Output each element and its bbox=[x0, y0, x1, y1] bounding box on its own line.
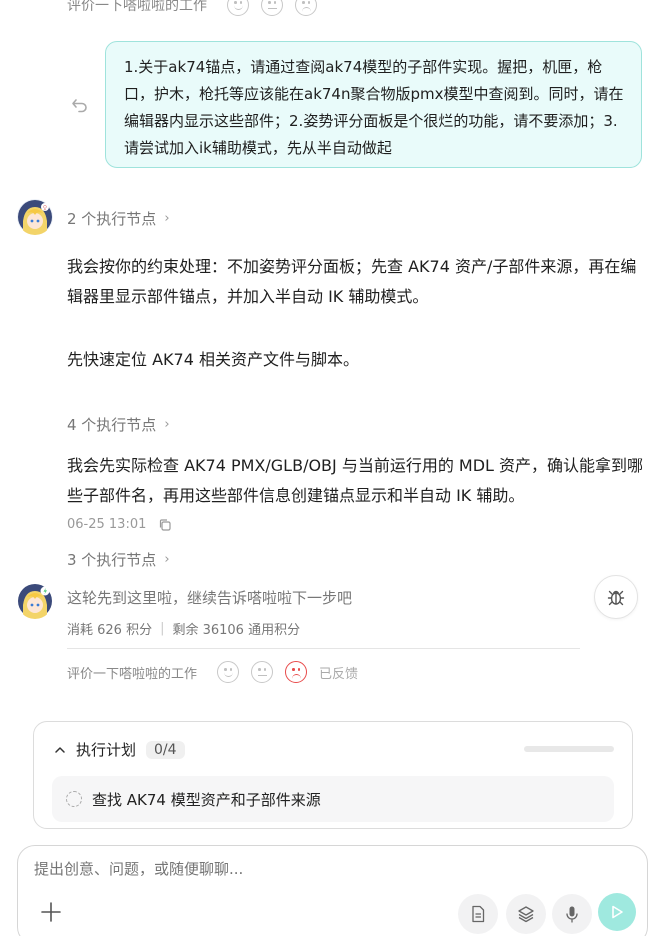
usage-meta: 消耗 626 积分 | 剩余 36106 通用积分 bbox=[67, 619, 300, 638]
send-icon bbox=[609, 904, 625, 920]
message-input[interactable] bbox=[34, 860, 534, 878]
bug-icon bbox=[606, 587, 626, 607]
rating-row: 评价一下嗒啦啦的工作 已反馈 bbox=[67, 661, 358, 683]
plan-count: 0/4 bbox=[146, 740, 185, 759]
assistant-paragraph-1: 我会按你的约束处理：不加姿势评分面板；先查 AK74 资产/子部件来源，再在编辑… bbox=[67, 257, 637, 306]
neutral-face-icon[interactable] bbox=[261, 0, 283, 16]
plan-progress-bar bbox=[524, 746, 614, 752]
plus-icon bbox=[40, 901, 62, 923]
exec-nodes-label: 4 个执行节点 bbox=[67, 416, 157, 434]
send-button[interactable] bbox=[598, 893, 636, 931]
separator: | bbox=[160, 621, 165, 636]
layers-button[interactable] bbox=[506, 894, 546, 934]
composer bbox=[17, 845, 648, 936]
feedback-status: 已反馈 bbox=[319, 666, 359, 682]
exec-nodes-toggle-3[interactable]: 3 个执行节点 › bbox=[67, 549, 170, 570]
happy-face-icon[interactable] bbox=[217, 661, 240, 683]
assistant-paragraph-2: 先快速定位 AK74 相关资产文件与脚本。 bbox=[67, 350, 359, 369]
voice-button[interactable] bbox=[552, 894, 592, 934]
layers-icon bbox=[517, 905, 535, 923]
rating-label: 评价一下嗒啦啦的工作 bbox=[67, 666, 198, 682]
message-meta: 06-25 13:01 bbox=[67, 517, 172, 532]
user-message-bubble: 1.关于ak74锚点，请通过查阅ak74模型的子部件实现。握把，机匣，枪口，护木… bbox=[105, 41, 642, 168]
status-text: 这轮先到这里啦，继续告诉嗒啦啦下一步吧 bbox=[67, 589, 353, 607]
plan-item[interactable]: 查找 AK74 模型资产和子部件来源 bbox=[52, 776, 614, 822]
report-bug-button[interactable] bbox=[594, 575, 638, 619]
plan-title: 执行计划 bbox=[76, 741, 137, 759]
usage-consumed: 消耗 626 积分 bbox=[67, 623, 153, 638]
execution-plan-card: 执行计划 0/4 查找 AK74 模型资产和子部件来源 bbox=[33, 721, 633, 829]
plan-header[interactable]: 执行计划 0/4 bbox=[54, 739, 185, 760]
assistant-paragraph-3: 我会先实际检查 AK74 PMX/GLB/OBJ 与当前运行用的 MDL 资产，… bbox=[67, 456, 644, 505]
chevron-right-icon: › bbox=[164, 417, 170, 432]
assistant-avatar bbox=[17, 583, 53, 619]
divider bbox=[67, 648, 580, 649]
add-attachment-button[interactable] bbox=[33, 894, 69, 930]
rating-row-previous: 评价一下嗒啦啦的工作 bbox=[67, 0, 317, 16]
svg-text:♀: ♀ bbox=[43, 205, 47, 212]
neutral-face-icon[interactable] bbox=[251, 661, 274, 683]
chevron-up-icon[interactable] bbox=[54, 744, 66, 756]
chevron-right-icon: › bbox=[164, 552, 170, 567]
exec-nodes-toggle-1[interactable]: 2 个执行节点 › bbox=[67, 208, 170, 229]
copy-icon[interactable] bbox=[158, 518, 172, 532]
mic-icon bbox=[564, 905, 580, 923]
undo-icon[interactable] bbox=[70, 95, 90, 115]
timestamp: 06-25 13:01 bbox=[67, 517, 147, 532]
happy-face-icon[interactable] bbox=[227, 0, 249, 16]
usage-remaining: 剩余 36106 通用积分 bbox=[172, 623, 301, 638]
exec-nodes-toggle-2[interactable]: 4 个执行节点 › bbox=[67, 414, 170, 435]
rating-label: 评价一下嗒啦啦的工作 bbox=[67, 0, 207, 14]
plan-item-label: 查找 AK74 模型资产和子部件来源 bbox=[92, 790, 321, 809]
assistant-avatar: ♀ bbox=[17, 199, 53, 235]
file-button[interactable] bbox=[458, 894, 498, 934]
exec-nodes-label: 2 个执行节点 bbox=[67, 210, 157, 228]
sad-face-icon[interactable] bbox=[285, 661, 308, 683]
file-icon bbox=[470, 905, 486, 923]
sad-face-icon[interactable] bbox=[295, 0, 317, 16]
exec-nodes-label: 3 个执行节点 bbox=[67, 551, 157, 569]
spinner-icon bbox=[66, 791, 82, 807]
chevron-right-icon: › bbox=[164, 211, 170, 226]
